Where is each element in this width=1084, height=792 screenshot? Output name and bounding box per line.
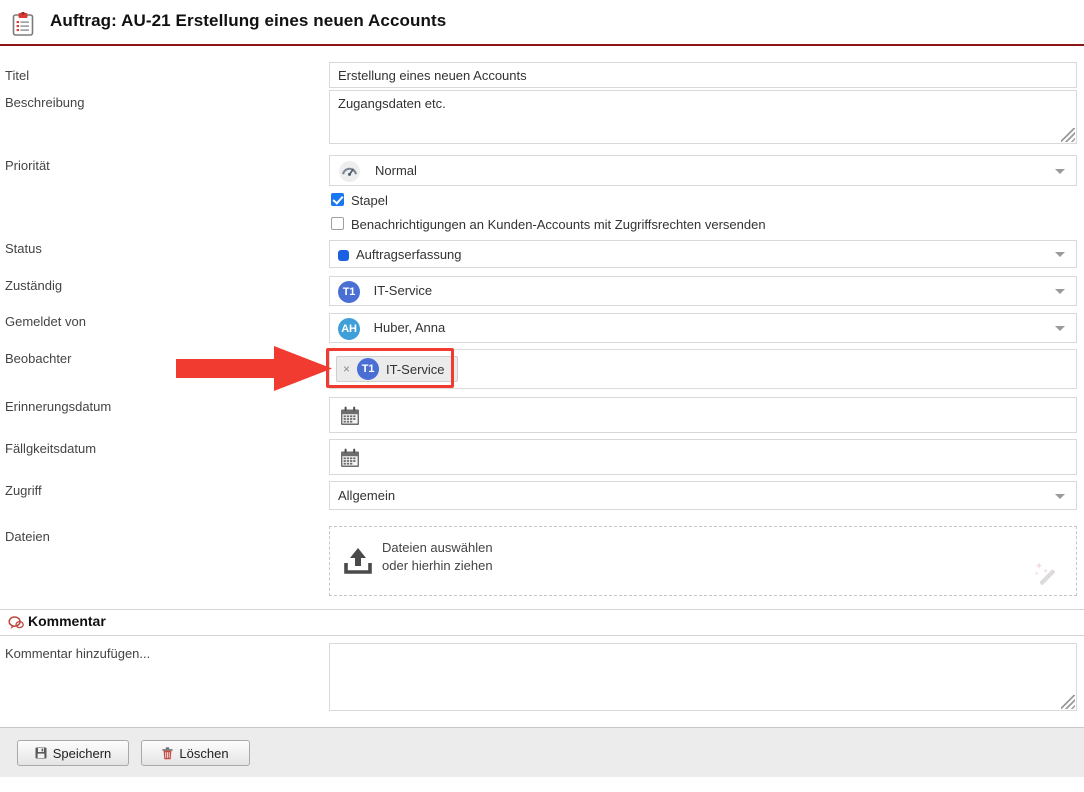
zustaendig-value: IT-Service — [373, 283, 433, 299]
close-icon[interactable]: × — [343, 363, 350, 375]
gauge-icon — [339, 161, 360, 187]
beobachter-tag-label: IT-Service — [386, 361, 445, 377]
prioritaet-select[interactable]: Normal — [329, 155, 1077, 186]
calendar-icon[interactable] — [340, 406, 360, 431]
resize-handle[interactable] — [1061, 695, 1075, 709]
speech-bubble-icon — [8, 615, 24, 631]
zugriff-select[interactable]: Allgemein — [329, 481, 1077, 510]
label-beobachter: Beobachter — [5, 351, 72, 366]
gemeldet-von-value: Huber, Anna — [373, 320, 446, 336]
status-color-dot — [338, 250, 349, 262]
zugriff-value: Allgemein — [338, 488, 396, 503]
faelligkeitsdatum-value — [330, 440, 1076, 454]
calendar-icon[interactable] — [340, 448, 360, 473]
chevron-down-icon[interactable] — [1055, 168, 1065, 174]
stapel-checkbox[interactable] — [331, 193, 344, 206]
task-detail-page: Auftrag: AU-21 Erstellung eines neuen Ac… — [0, 0, 1084, 792]
status-select[interactable]: Auftragserfassung — [329, 240, 1077, 268]
file-dropzone[interactable]: Dateien auswählen oder hierhin ziehen — [329, 526, 1077, 596]
save-button-label: Speichern — [52, 745, 112, 761]
section-title-kommentar: Kommentar — [28, 613, 106, 629]
magic-wand-icon[interactable] — [1034, 559, 1060, 585]
faelligkeitsdatum-input[interactable] — [329, 439, 1077, 475]
label-titel: Titel — [5, 68, 30, 83]
label-kommentar-hinzufuegen: Kommentar hinzufügen... — [5, 646, 151, 661]
delete-button[interactable]: Löschen — [141, 740, 250, 766]
avatar: AH — [338, 318, 360, 340]
section-divider-bottom — [0, 635, 1084, 636]
label-gemeldet-von: Gemeldet von — [5, 314, 86, 329]
label-faelligkeitsdatum: Fällgkeitsdatum — [5, 441, 97, 456]
stapel-label[interactable]: Stapel — [351, 193, 388, 208]
status-value: Auftragserfassung — [356, 247, 462, 262]
label-dateien: Dateien — [5, 529, 50, 544]
label-beschreibung: Beschreibung — [5, 95, 85, 110]
kommentar-value — [330, 644, 1076, 654]
dropzone-line1: Dateien auswählen — [382, 540, 493, 555]
resize-handle[interactable] — [1061, 128, 1075, 142]
titel-input[interactable]: Erstellung eines neuen Accounts — [329, 62, 1077, 88]
erinnerungsdatum-value — [330, 398, 1076, 412]
avatar: T1 — [338, 281, 360, 303]
benachrichtigungen-checkbox[interactable] — [331, 217, 344, 230]
beobachter-tag[interactable]: × T1 IT-Service — [336, 356, 458, 382]
label-zugriff: Zugriff — [5, 483, 42, 498]
annotation-arrow-icon — [176, 344, 336, 392]
zustaendig-select[interactable]: T1 IT-Service — [329, 276, 1077, 306]
section-divider-top — [0, 609, 1084, 610]
footer-toolbar: Speichern Löschen — [0, 727, 1084, 777]
prioritaet-value: Normal — [375, 163, 417, 178]
label-zustaendig: Zuständig — [5, 278, 63, 293]
chevron-down-icon[interactable] — [1055, 289, 1065, 294]
trash-icon — [162, 746, 174, 760]
kommentar-textarea[interactable] — [329, 643, 1077, 711]
chevron-down-icon[interactable] — [1055, 326, 1065, 331]
label-status: Status — [5, 241, 42, 256]
label-prioritaet: Priorität — [5, 158, 50, 173]
clipboard-icon — [12, 12, 34, 36]
beschreibung-value: Zugangsdaten etc. — [338, 96, 446, 111]
chevron-down-icon[interactable] — [1055, 493, 1065, 499]
page-title: Auftrag: AU-21 Erstellung eines neuen Ac… — [50, 11, 447, 30]
save-button[interactable]: Speichern — [17, 740, 129, 766]
erinnerungsdatum-input[interactable] — [329, 397, 1077, 433]
beobachter-field[interactable]: × T1 IT-Service — [329, 349, 1077, 389]
titel-value: Erstellung eines neuen Accounts — [338, 68, 527, 83]
floppy-disk-icon — [35, 747, 47, 759]
delete-button-label: Löschen — [179, 745, 229, 761]
page-header: Auftrag: AU-21 Erstellung eines neuen Ac… — [0, 0, 1084, 46]
beschreibung-textarea[interactable]: Zugangsdaten etc. — [329, 90, 1077, 144]
dropzone-line2: oder hierhin ziehen — [382, 558, 493, 573]
avatar: T1 — [357, 358, 380, 380]
label-erinnerungsdatum: Erinnerungsdatum — [5, 399, 112, 414]
upload-icon — [342, 545, 374, 577]
benachrichtigungen-label[interactable]: Benachrichtigungen an Kunden-Accounts mi… — [351, 217, 766, 232]
gemeldet-von-select[interactable]: AH Huber, Anna — [329, 313, 1077, 343]
chevron-down-icon[interactable] — [1055, 252, 1065, 257]
